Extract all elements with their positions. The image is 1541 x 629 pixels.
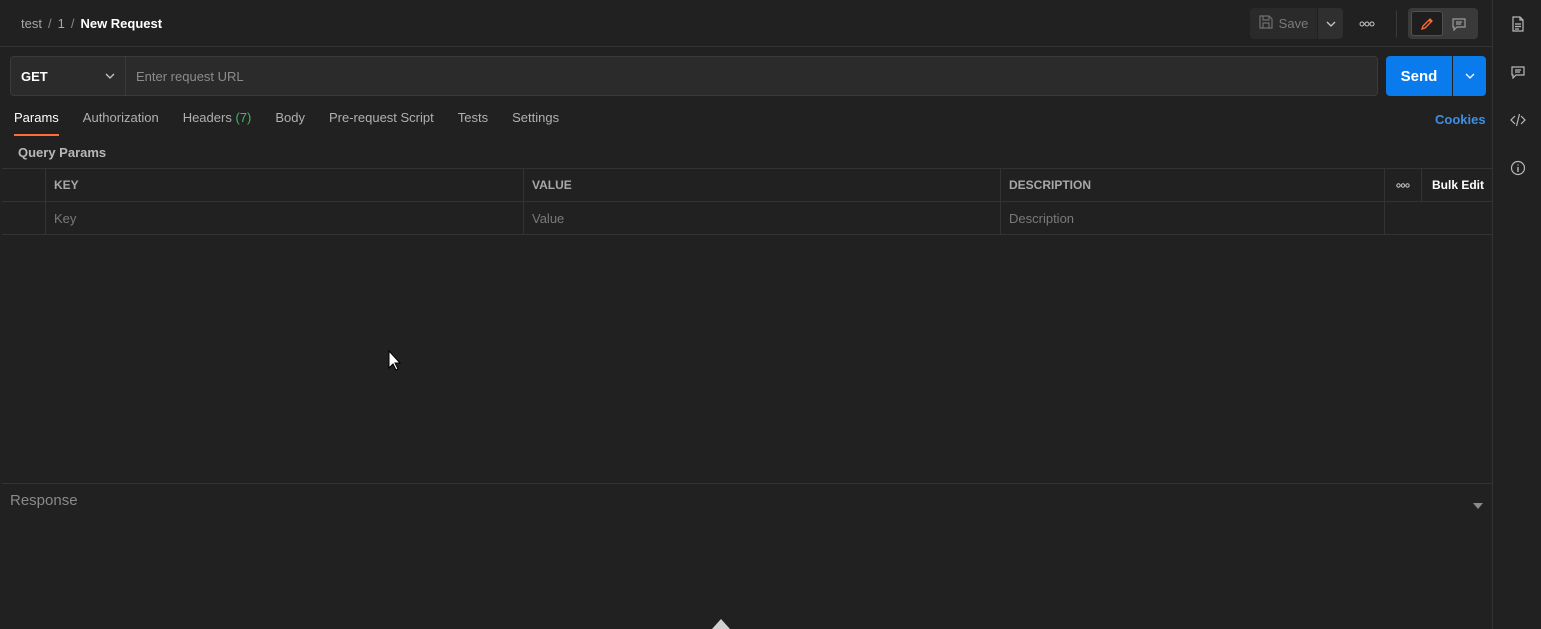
save-button[interactable]: Save [1250,8,1317,39]
chevron-down-icon [1326,21,1335,27]
code-icon[interactable] [1506,108,1530,132]
table-header-row: KEY VALUE DESCRIPTION Bulk Edit [2,169,1493,202]
checkbox-column-header [2,169,46,201]
request-tabs: Params Authorization Headers (7) Body Pr… [14,110,583,136]
query-params-table: KEY VALUE DESCRIPTION Bulk Edit Key Valu… [2,168,1493,235]
info-icon[interactable] [1506,156,1530,180]
tab-params[interactable]: Params [14,110,59,136]
resize-handle-icon[interactable] [712,619,730,629]
pencil-icon [1420,17,1433,30]
bulk-edit-button[interactable]: Bulk Edit [1422,169,1493,201]
response-pane[interactable]: Response [2,483,1493,629]
comment-icon [1452,17,1466,31]
table-row: Key Value Description [2,202,1493,235]
tab-settings[interactable]: Settings [512,110,559,136]
breadcrumb-separator: / [70,16,75,31]
request-name[interactable]: New Request [80,16,162,31]
value-input[interactable]: Value [524,202,1001,234]
caret-down-icon [1473,503,1483,509]
send-button[interactable]: Send [1386,56,1452,96]
more-horizontal-icon [1359,21,1375,27]
tab-pre-request-script[interactable]: Pre-request Script [329,110,434,136]
request-header: test / 1 / New Request Save [0,0,1493,47]
method-select[interactable]: GET [11,57,126,95]
row-spacer [1385,202,1422,234]
request-editor: test / 1 / New Request Save GET Enter re… [0,0,1493,629]
description-input[interactable]: Description [1001,202,1385,234]
comments-icon[interactable] [1506,60,1530,84]
breadcrumb: test / 1 / New Request [21,16,162,31]
key-input[interactable]: Key [46,202,524,234]
mouse-cursor-icon [388,350,402,371]
right-sidebar [1494,0,1541,629]
tab-headers-label: Headers [182,110,232,125]
row-checkbox-cell [2,202,46,234]
tab-headers[interactable]: Headers (7) [183,110,252,136]
value-column-header: VALUE [524,169,1001,201]
divider [1396,10,1397,38]
headers-count: (7) [235,110,252,125]
breadcrumb-separator: / [47,16,52,31]
cookies-link[interactable]: Cookies [1435,112,1486,127]
tab-tests[interactable]: Tests [458,110,488,136]
more-actions-button[interactable] [1353,12,1381,36]
url-input[interactable] [126,57,1377,95]
comment-mode-button[interactable] [1443,11,1475,36]
tab-authorization[interactable]: Authorization [83,110,159,136]
chevron-down-icon [1465,73,1474,79]
row-spacer [1422,202,1493,234]
edit-mode-button[interactable] [1411,11,1443,36]
mode-toggle [1408,8,1478,39]
query-params-title: Query Params [18,145,107,160]
breadcrumb-collection[interactable]: test [21,16,42,31]
save-icon [1259,15,1273,32]
save-options-button[interactable] [1318,8,1343,39]
response-collapse-button[interactable] [1473,496,1483,514]
key-column-header: KEY [46,169,524,201]
send-group: Send [1386,56,1486,96]
method-label: GET [21,68,48,84]
response-title: Response [10,492,78,509]
chevron-down-icon [105,73,115,79]
tab-body[interactable]: Body [275,110,305,136]
description-column-header: DESCRIPTION [1001,169,1385,201]
send-options-button[interactable] [1453,56,1486,96]
save-label: Save [1278,16,1309,31]
breadcrumb-folder[interactable]: 1 [58,16,65,31]
url-bar: GET [10,56,1378,96]
documentation-icon[interactable] [1506,12,1530,36]
column-options-button[interactable] [1385,169,1422,201]
more-horizontal-icon [1396,182,1410,188]
save-group: Save [1250,8,1343,39]
